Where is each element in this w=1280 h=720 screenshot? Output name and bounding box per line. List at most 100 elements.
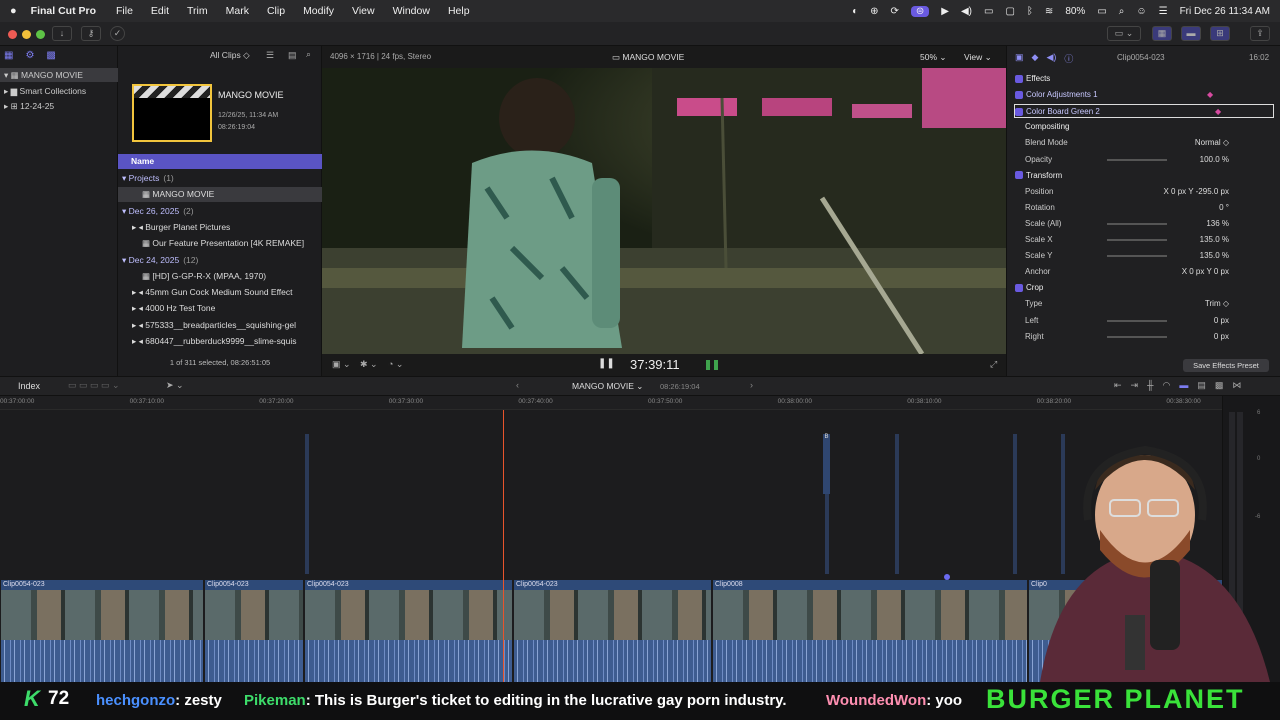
row-disclosure-icon[interactable]: ▾ — [122, 173, 129, 183]
row-disclosure-icon[interactable]: ▸ ◂ — [132, 320, 145, 330]
row-disclosure-icon[interactable]: ▦ — [142, 189, 152, 199]
globe-icon[interactable]: ⊕ — [870, 6, 878, 17]
inspector-row[interactable]: Position X 0 px Y -295.0 px — [1007, 185, 1280, 199]
minimize-window-icon[interactable] — [22, 30, 31, 39]
browser-group-row[interactable]: ▾ Projects (1) — [118, 171, 322, 186]
status-icon[interactable]: ◐ — [852, 6, 858, 17]
volume-icon[interactable]: ◀) — [961, 6, 972, 17]
menu-trim[interactable]: Trim — [187, 5, 208, 17]
browser-item-row[interactable]: ▸ ◂ 575333__breadparticles__squishing-ge… — [118, 318, 322, 333]
enable-checkbox[interactable] — [1015, 171, 1023, 180]
browser-item-row[interactable]: ▸ ◂ 680447__rubberduck9999__slime-squis — [118, 334, 322, 349]
color-inspector-icon[interactable]: ◆ — [1032, 52, 1039, 65]
inspector-row[interactable]: Left 0 px — [1007, 314, 1280, 328]
photos-icon[interactable]: ⚙ — [25, 50, 34, 64]
control-icon[interactable]: ⊜ — [910, 5, 930, 17]
clip-appearance-icon[interactable]: ☰ — [266, 50, 274, 61]
param-slider[interactable] — [1107, 255, 1167, 258]
inspector-row[interactable]: Type Trim ◇ — [1007, 297, 1280, 311]
effect-checkbox[interactable] — [1015, 90, 1023, 99]
param-value[interactable]: 135.0 % — [1200, 233, 1229, 247]
zoom-out-icon[interactable]: ⇤ — [1114, 380, 1122, 391]
zoom-window-icon[interactable] — [36, 30, 45, 39]
param-slider[interactable] — [1107, 158, 1167, 161]
titles-icon[interactable]: ▩ — [46, 50, 55, 64]
param-value[interactable]: 100.0 % — [1200, 153, 1229, 167]
back-icon[interactable]: ‹ — [516, 380, 519, 390]
timecode-display[interactable]: 37:39:11 — [630, 357, 680, 372]
param-value[interactable]: Trim ◇ — [1205, 297, 1229, 311]
app-menu[interactable]: Final Cut Pro — [31, 5, 96, 17]
inspector-row[interactable]: Crop — [1007, 281, 1280, 295]
row-disclosure-icon[interactable]: ▾ — [122, 255, 129, 265]
timeline-clip[interactable]: Clip0054-023 — [204, 580, 303, 682]
video-frame[interactable] — [322, 68, 1006, 354]
browser-group-row[interactable]: ▾ Dec 24, 2025 (12) — [118, 253, 322, 268]
inspector-row[interactable]: Scale Y 135.0 % — [1007, 249, 1280, 263]
color-swatch-icon[interactable]: ◆ — [1215, 105, 1221, 119]
timeline-clip[interactable]: Clip0054-023 — [0, 580, 203, 682]
row-disclosure-icon[interactable]: ▦ — [142, 271, 152, 281]
browser-item-row[interactable]: ▸ ◂ 4000 Hz Test Tone — [118, 301, 322, 316]
enable-checkbox[interactable] — [1015, 284, 1023, 293]
transitions-icon[interactable]: ⋈ — [1232, 380, 1241, 391]
clip-appearance-icon[interactable]: ▤ — [1197, 380, 1206, 391]
enable-checkbox[interactable] — [1015, 74, 1023, 83]
param-value[interactable]: X 0 px Y -295.0 px — [1163, 185, 1229, 199]
video-inspector-icon[interactable]: ▣ — [1015, 52, 1024, 65]
project-name-menu[interactable]: MANGO MOVIE ⌄ — [572, 381, 643, 392]
transform-menu[interactable]: ▣ ⌄ — [332, 359, 351, 370]
share-button[interactable]: ⇪ — [1250, 26, 1270, 41]
smart-collections-item[interactable]: ▸ ▆ Smart Collections — [4, 84, 86, 98]
param-value[interactable]: X 0 px Y 0 px — [1182, 265, 1229, 279]
snapping-icon[interactable]: ╫ — [1147, 380, 1153, 391]
pause-button[interactable]: ❚❚ — [598, 358, 615, 369]
marker-3[interactable] — [1013, 434, 1017, 574]
user-icon[interactable]: ☺ — [1136, 6, 1146, 17]
browser-item-row[interactable]: ▦ [HD] G-GP-R-X (MPAA, 1970) — [118, 269, 322, 284]
clock[interactable]: Fri Dec 26 11:34 AM — [1180, 6, 1270, 17]
bluetooth-icon[interactable]: ᛒ — [1027, 6, 1033, 17]
display-icon[interactable]: ▭ — [984, 6, 993, 17]
fullscreen-icon[interactable]: ⤢ — [990, 359, 997, 370]
inspector-row[interactable]: Anchor X 0 px Y 0 px — [1007, 265, 1280, 279]
timeline-clip[interactable]: Clip0054-023 — [304, 580, 512, 682]
keyword-button[interactable]: ⚷ — [81, 26, 101, 41]
row-disclosure-icon[interactable]: ▦ — [142, 238, 152, 248]
menu-mark[interactable]: Mark — [226, 5, 249, 17]
timeline-toggle-button[interactable]: ▬ — [1181, 26, 1201, 41]
audio-inspector-icon[interactable]: ◀) — [1046, 52, 1056, 65]
param-value[interactable]: Normal ◇ — [1195, 136, 1229, 150]
param-value[interactable]: 135.0 % — [1200, 249, 1229, 263]
menu-help[interactable]: Help — [448, 5, 470, 17]
search-icon[interactable]: ⌕ — [306, 49, 311, 60]
menu-clip[interactable]: Clip — [267, 5, 285, 17]
search-icon[interactable]: ⌕ — [1119, 6, 1125, 17]
play-icon[interactable]: ▶ — [941, 6, 949, 17]
inspector-row[interactable]: Scale X 135.0 % — [1007, 233, 1280, 247]
libraries-icon[interactable]: ▦ — [4, 50, 13, 64]
zoom-menu[interactable]: 50% ⌄ — [920, 52, 947, 63]
inspector-row[interactable]: Effects — [1007, 72, 1280, 86]
clip-filter-menu[interactable]: All Clips ◇ — [210, 50, 250, 61]
inspector-toggle-button[interactable]: ⊞ — [1210, 26, 1230, 41]
name-column-header[interactable]: Name — [118, 154, 322, 169]
filmstrip-icon[interactable]: ▤ — [288, 50, 297, 61]
param-slider[interactable] — [1107, 239, 1167, 241]
info-inspector-icon[interactable]: ⓘ — [1064, 52, 1073, 65]
timeline-ruler[interactable]: 00:37:00:00 00:37:10:00 00:37:20:00 00:37:3… — [0, 396, 1222, 410]
inspector-row[interactable]: Opacity 100.0 % — [1007, 153, 1280, 167]
background-tasks-button[interactable]: ✓ — [110, 26, 125, 41]
message-icon[interactable]: ▢ — [1005, 6, 1014, 17]
param-value[interactable]: 0 px — [1214, 330, 1229, 344]
forward-icon[interactable]: › — [750, 380, 753, 390]
effects-browser-icon[interactable]: ▩ — [1215, 380, 1224, 391]
apple-icon[interactable]: ● — [10, 5, 17, 17]
row-disclosure-icon[interactable]: ▾ — [122, 206, 129, 216]
close-window-icon[interactable] — [8, 30, 17, 39]
param-value[interactable]: 0 px — [1214, 314, 1229, 328]
skimming-icon[interactable]: ▬ — [1179, 380, 1188, 391]
timeline-clip[interactable]: Clip0008 — [712, 580, 1027, 682]
inspector-row[interactable]: Scale (All) 136 % — [1007, 217, 1280, 231]
inspector-row[interactable]: Color Adjustments 1 ◆ — [1007, 88, 1280, 102]
